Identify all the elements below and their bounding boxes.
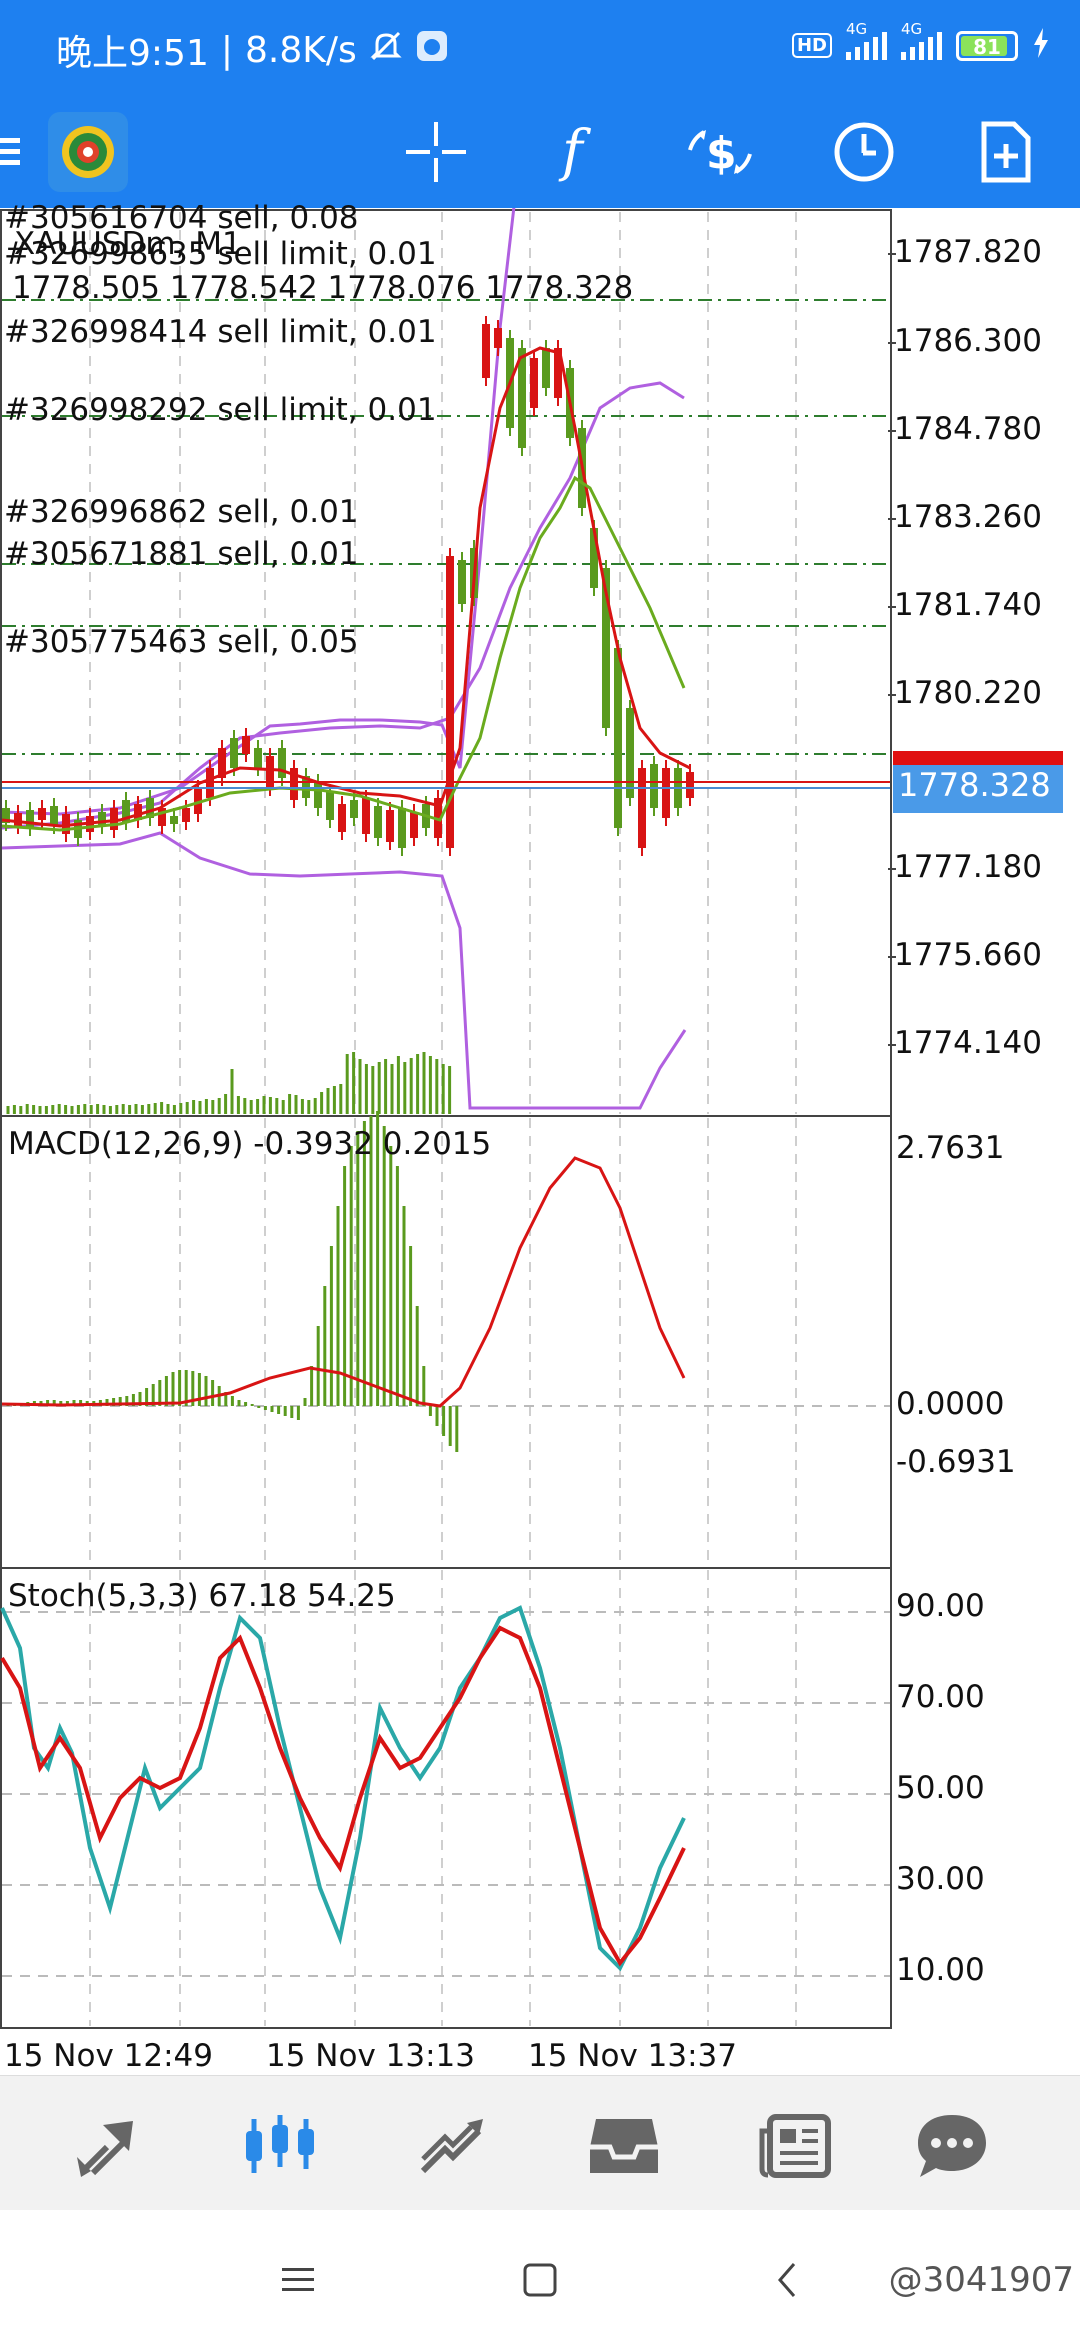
candle-body	[170, 816, 178, 824]
candle-body	[278, 748, 286, 778]
macd-label: MACD(12,26,9) -0.3932 0.2015	[8, 1126, 492, 1162]
watermark: @3041907	[888, 2260, 1074, 2300]
candle-body	[98, 812, 106, 826]
candle-body	[230, 738, 238, 768]
bottom-navigation	[0, 2075, 1080, 2211]
indicators-icon[interactable]: f	[538, 112, 618, 192]
order-label: #305616704 sell, 0.08	[4, 200, 359, 236]
candle-body	[50, 806, 58, 826]
candle-body	[686, 772, 694, 798]
menu-icon[interactable]	[0, 112, 40, 192]
mute-icon	[369, 29, 403, 72]
stoch-axis-label: 30.00	[896, 1861, 985, 1897]
back-icon[interactable]	[758, 2250, 818, 2310]
recent-apps-icon[interactable]	[268, 2250, 328, 2310]
time-axis-label: 15 Nov 13:13	[266, 2038, 475, 2074]
time-axis-label: 15 Nov 12:49	[4, 2038, 213, 2074]
candle-body	[242, 736, 250, 754]
order-label: #326996862 sell, 0.01	[4, 494, 359, 530]
candle-body	[362, 798, 370, 834]
trade-icon[interactable]: $	[680, 112, 760, 192]
trade-nav-icon[interactable]	[402, 2096, 502, 2196]
hd-badge: HD	[791, 33, 832, 58]
candle-body	[326, 792, 334, 820]
candle-body	[14, 813, 22, 826]
candle-body	[398, 808, 406, 848]
price-axis-label: 1783.260	[894, 499, 1042, 535]
price-axis-label: 1774.140	[894, 1025, 1042, 1061]
macd-frame	[0, 1115, 892, 1569]
candle-body	[662, 768, 670, 818]
macd-axis-label: -0.6931	[896, 1444, 1016, 1480]
order-label: #305775463 sell, 0.05	[4, 624, 359, 660]
current-price-label: 1778.328	[898, 766, 1051, 804]
candle-body	[458, 560, 466, 604]
stoch-axis-label: 90.00	[896, 1588, 985, 1624]
candle-body	[650, 764, 658, 808]
price-axis-label: 1781.740	[894, 587, 1042, 623]
app-logo-icon[interactable]	[46, 110, 130, 194]
candle-body	[26, 810, 34, 828]
new-order-icon[interactable]	[966, 112, 1046, 192]
status-bar: 晚上9:51 | 8.8K/s HD 4G 4G 81	[0, 0, 1080, 96]
candle-body	[374, 806, 382, 838]
price-axis-label: 1787.820	[894, 234, 1042, 270]
candle-body	[638, 768, 646, 848]
stoch-axis-label: 50.00	[896, 1770, 985, 1806]
history-icon[interactable]	[574, 2096, 674, 2196]
price-axis-label: 1775.660	[894, 937, 1042, 973]
chart-icon[interactable]	[230, 2096, 330, 2196]
timeframe-icon[interactable]	[824, 112, 904, 192]
battery-icon: 81	[956, 30, 1018, 61]
svg-text:$: $	[706, 128, 737, 179]
quotes-icon[interactable]	[58, 2096, 158, 2196]
candle-body	[482, 324, 490, 378]
stoch-axis-label: 10.00	[896, 1952, 985, 1988]
candle-body	[494, 328, 502, 348]
candle-body	[614, 648, 622, 828]
signal-strength-icon-2: 4G	[901, 20, 942, 60]
signal-strength-icon: 4G	[846, 20, 887, 60]
news-icon[interactable]	[746, 2096, 846, 2196]
macd-axis-label: 2.7631	[896, 1130, 1005, 1166]
crosshair-icon[interactable]	[396, 112, 476, 192]
candle-body	[254, 748, 262, 768]
order-label: #305671881 sell, 0.01	[4, 536, 359, 572]
price-axis-label: 1784.780	[894, 411, 1042, 447]
candle-body	[530, 358, 538, 408]
chart-toolbar: f $	[0, 96, 1080, 208]
candle-body	[386, 810, 394, 842]
price-axis-label: 1786.300	[894, 323, 1042, 359]
home-icon[interactable]	[510, 2250, 570, 2310]
ask-price-marker	[893, 751, 1063, 765]
status-time: 晚上9:51	[56, 33, 209, 74]
order-label: #326998292 sell limit, 0.01	[4, 392, 437, 428]
candle-body	[314, 782, 322, 808]
price-axis-label: 1780.220	[894, 675, 1042, 711]
candle-body	[626, 708, 634, 798]
candle-body	[266, 756, 274, 788]
chart-area[interactable]: XAUUSDm, M1 1778.505 1778.542 1778.076 1…	[0, 67, 1080, 2078]
status-speed: 8.8K/s	[244, 29, 357, 71]
macd-axis-label: 0.0000	[896, 1386, 1005, 1422]
candle-body	[410, 812, 418, 838]
svg-text:f: f	[558, 120, 592, 184]
stoch-axis-label: 70.00	[896, 1679, 985, 1715]
candle-body	[338, 804, 346, 832]
chat-icon[interactable]	[902, 2096, 1002, 2196]
candle-body	[542, 348, 550, 388]
price-axis-label: 1777.180	[894, 849, 1042, 885]
cloud-app-icon	[415, 29, 449, 72]
stoch-label: Stoch(5,3,3) 67.18 54.25	[8, 1578, 396, 1614]
candle-body	[182, 808, 190, 822]
order-label: #326998414 sell limit, 0.01	[4, 314, 437, 350]
charging-icon	[1032, 28, 1050, 63]
candle-body	[38, 808, 46, 820]
order-label: #326998635 sell limit, 0.01	[4, 236, 437, 272]
stoch-frame	[0, 1567, 892, 2029]
candle-body	[350, 800, 358, 818]
time-axis-label: 15 Nov 13:37	[528, 2038, 737, 2074]
ohlc-label: 1778.505 1778.542 1778.076 1778.328	[12, 270, 634, 306]
